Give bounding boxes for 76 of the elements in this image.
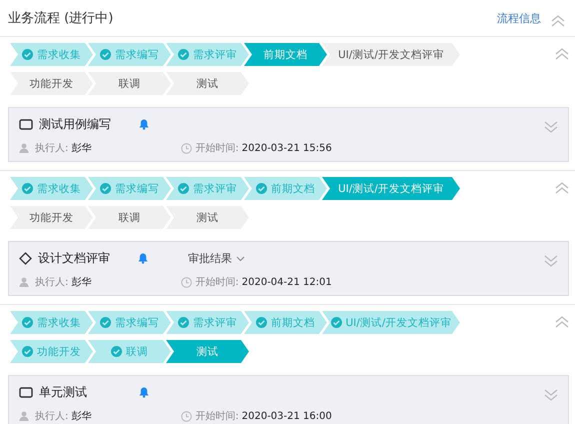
- process-step[interactable]: 需求编写: [88, 311, 171, 334]
- start-time-label: 开始时间:: [195, 142, 239, 155]
- process-step[interactable]: 功能开发: [10, 206, 93, 229]
- expand-icon[interactable]: [544, 121, 558, 133]
- process-step[interactable]: 需求编写: [88, 177, 171, 200]
- clock-icon: [181, 142, 192, 154]
- approval-dropdown[interactable]: 审批结果: [188, 251, 245, 266]
- executor-label: 执行人:: [35, 276, 68, 289]
- process-info-link[interactable]: 流程信息: [497, 10, 541, 26]
- clock-icon: [181, 276, 192, 288]
- process-step[interactable]: 功能开发: [10, 72, 93, 95]
- process-step[interactable]: 联调: [88, 206, 171, 229]
- start-time: 2020-03-21 16:00: [242, 410, 332, 422]
- task-title: 测试用例编写: [39, 116, 112, 133]
- task-title: 单元测试: [39, 384, 88, 401]
- process-step[interactable]: UI/测试/开发文档评审: [322, 177, 460, 200]
- process-step[interactable]: 需求收集: [10, 311, 93, 334]
- executor-name: 彭华: [71, 410, 92, 423]
- check-circle-icon: [22, 49, 33, 60]
- collapse-icon[interactable]: [555, 182, 569, 194]
- check-circle-icon: [22, 346, 33, 357]
- process-step[interactable]: 需求评审: [166, 311, 249, 334]
- process-step[interactable]: 前期文档: [244, 311, 327, 334]
- collapse-icon[interactable]: [555, 48, 569, 60]
- check-circle-icon: [22, 183, 33, 194]
- person-icon: [19, 143, 29, 153]
- clock-icon: [181, 410, 192, 422]
- bell-icon[interactable]: [139, 119, 149, 130]
- executor-name: 彭华: [71, 142, 92, 155]
- task-title: 设计文档评审: [38, 250, 111, 267]
- check-circle-icon: [330, 317, 342, 328]
- check-circle-icon: [178, 317, 189, 328]
- start-time-label: 开始时间:: [195, 276, 239, 289]
- page-title: 业务流程 (进行中): [8, 10, 114, 27]
- executor-label: 执行人:: [35, 142, 68, 155]
- start-time: 2020-04-21 12:01: [242, 276, 332, 288]
- process-step[interactable]: 需求编写: [88, 43, 171, 66]
- check-circle-icon: [178, 49, 189, 60]
- process-step[interactable]: 前期文档: [244, 177, 327, 200]
- process-step[interactable]: 测试: [166, 72, 249, 95]
- process-step[interactable]: 测试: [166, 340, 249, 363]
- process-step[interactable]: 需求收集: [10, 177, 93, 200]
- check-circle-icon: [100, 49, 111, 60]
- process-step[interactable]: 前期文档: [244, 43, 327, 66]
- collapse-icon[interactable]: [551, 14, 565, 26]
- process-step[interactable]: UI/测试/开发文档评审: [322, 43, 460, 66]
- person-icon: [19, 277, 29, 287]
- bell-icon[interactable]: [139, 387, 149, 398]
- expand-icon[interactable]: [544, 389, 558, 401]
- bell-icon[interactable]: [138, 253, 148, 264]
- process-step[interactable]: 需求收集: [10, 43, 93, 66]
- rectangle-icon: [19, 119, 33, 130]
- rectangle-icon: [19, 387, 33, 398]
- expand-icon[interactable]: [544, 255, 558, 267]
- process-step[interactable]: UI/测试/开发文档评审: [322, 311, 460, 334]
- process-step[interactable]: 需求评审: [166, 43, 249, 66]
- check-circle-icon: [178, 183, 189, 194]
- check-circle-icon: [256, 317, 267, 328]
- executor-name: 彭华: [71, 276, 92, 289]
- start-time: 2020-03-21 15:56: [242, 142, 332, 154]
- check-circle-icon: [100, 317, 111, 328]
- process-step[interactable]: 联调: [88, 72, 171, 95]
- collapse-icon[interactable]: [555, 316, 569, 328]
- process-step[interactable]: 联调: [88, 340, 171, 363]
- check-circle-icon: [100, 183, 111, 194]
- diamond-icon: [19, 252, 32, 265]
- process-step[interactable]: 需求评审: [166, 177, 249, 200]
- person-icon: [19, 411, 29, 421]
- check-circle-icon: [256, 183, 267, 194]
- caret-icon: [236, 256, 245, 262]
- check-circle-icon: [22, 317, 33, 328]
- start-time-label: 开始时间:: [195, 410, 239, 423]
- process-step[interactable]: 测试: [166, 206, 249, 229]
- executor-label: 执行人:: [35, 410, 68, 423]
- process-step[interactable]: 功能开发: [10, 340, 93, 363]
- check-circle-icon: [111, 346, 122, 357]
